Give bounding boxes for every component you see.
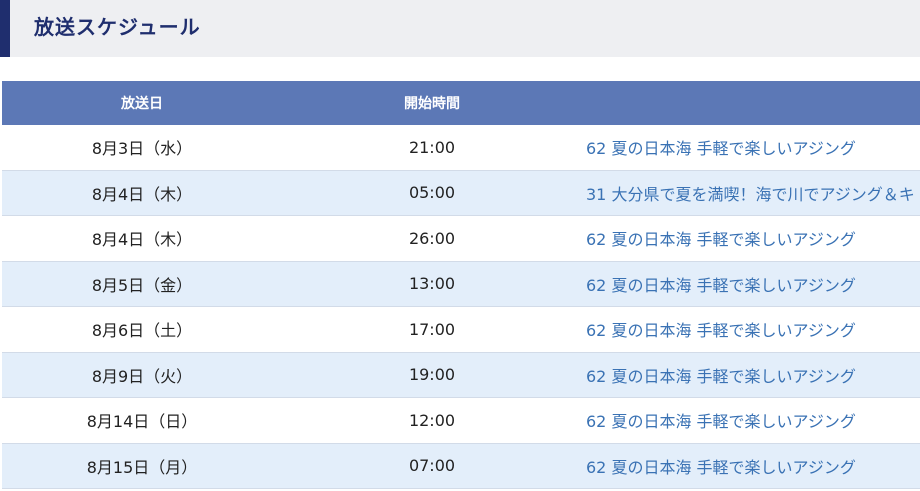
program-link[interactable]: 62 夏の日本海 手軽で楽しいアジング [586,226,856,250]
table-header: 放送日 開始時間 [2,81,920,125]
column-header-date: 放送日 [121,96,163,112]
row-date: 8月9日（火） [91,366,193,386]
row-program: 62 夏の日本海 手軽で楽しいアジング [586,216,920,261]
row-date: 8月3日（水） [91,139,193,159]
row-time: 12:00 [408,410,456,430]
row-program: 62 夏の日本海 手軽で楽しいアジング [586,398,920,443]
row-time: 13:00 [408,274,456,294]
table-row: 8月6日（土） 17:00 62 夏の日本海 手軽で楽しいアジング [2,307,920,353]
row-program: 62 夏の日本海 手軽で楽しいアジング [586,262,920,307]
program-link[interactable]: 62 夏の日本海 手軽で楽しいアジング [586,363,856,387]
row-time: 26:00 [408,228,456,248]
row-date: 8月14日（日） [86,412,198,432]
column-header-time: 開始時間 [404,96,460,112]
row-program: 31 大分県で夏を満喫！海で川でアジング＆キ [586,171,920,216]
row-date: 8月6日（土） [91,321,193,341]
row-date: 8月4日（木） [91,184,193,204]
schedule-table: 放送日 開始時間 8月3日（水） 21:00 62 夏の日本海 手軽で楽しいアジ… [2,81,920,489]
table-row: 8月4日（木） 26:00 62 夏の日本海 手軽で楽しいアジング [2,216,920,262]
row-program: 62 夏の日本海 手軽で楽しいアジング [586,125,920,170]
row-time: 17:00 [408,319,456,339]
table-row: 8月9日（火） 19:00 62 夏の日本海 手軽で楽しいアジング [2,352,920,398]
row-time: 21:00 [408,137,456,157]
row-time: 07:00 [408,456,456,476]
table-row: 8月15日（月） 07:00 62 夏の日本海 手軽で楽しいアジング [2,443,920,489]
table-row: 8月4日（木） 05:00 31 大分県で夏を満喫！海で川でアジング＆キ [2,170,920,216]
row-program: 62 夏の日本海 手軽で楽しいアジング [586,444,920,489]
row-time: 19:00 [408,365,456,385]
row-date: 8月15日（月） [86,457,198,477]
column-header-program [586,81,920,125]
table-row: 8月5日（金） 13:00 62 夏の日本海 手軽で楽しいアジング [2,261,920,307]
row-program: 62 夏の日本海 手軽で楽しいアジング [586,353,920,398]
table-row: 8月3日（水） 21:00 62 夏の日本海 手軽で楽しいアジング [2,125,920,171]
program-link[interactable]: 31 大分県で夏を満喫！海で川でアジング＆キ [586,181,915,205]
table-row: 8月14日（日） 12:00 62 夏の日本海 手軽で楽しいアジング [2,398,920,444]
program-link[interactable]: 62 夏の日本海 手軽で楽しいアジング [586,272,856,296]
row-program: 62 夏の日本海 手軽で楽しいアジング [586,307,920,352]
section-header: 放送スケジュール [0,0,920,57]
row-date: 8月4日（木） [91,230,193,250]
program-link[interactable]: 62 夏の日本海 手軽で楽しいアジング [586,135,856,159]
page-title: 放送スケジュール [34,15,201,39]
program-link[interactable]: 62 夏の日本海 手軽で楽しいアジング [586,454,856,478]
row-date: 8月5日（金） [91,275,193,295]
program-link[interactable]: 62 夏の日本海 手軽で楽しいアジング [586,408,856,432]
row-time: 05:00 [408,183,456,203]
program-link[interactable]: 62 夏の日本海 手軽で楽しいアジング [586,317,856,341]
